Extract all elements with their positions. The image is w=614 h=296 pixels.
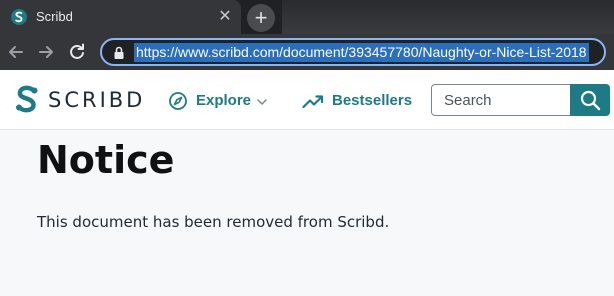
browser-tab-scribd[interactable]: Scribd ✕ [0,0,241,34]
new-tab-button[interactable]: + [247,4,275,32]
search-input[interactable] [431,84,571,116]
removed-notice-message: This document has been removed from Scri… [37,213,390,231]
trending-up-icon [302,92,324,110]
scribd-logo-icon[interactable] [14,84,40,114]
lock-icon [112,46,126,60]
site-header: SCRIBD Explore Bestsellers [0,70,614,130]
bestsellers-label: Bestsellers [332,92,413,109]
browser-toolbar: https://www.scribd.com/document/39345778… [0,34,614,70]
back-arrow-icon[interactable] [4,40,28,64]
tab-title: Scribd [36,9,73,24]
reload-icon[interactable] [65,40,89,64]
browser-tabstrip: Scribd ✕ + [0,0,614,34]
compass-icon [168,91,188,111]
tab-close-icon[interactable]: ✕ [216,8,234,26]
forward-arrow-icon[interactable] [34,40,58,64]
page-title: Notice [37,138,175,182]
chevron-down-icon [256,95,268,107]
scribd-favicon-icon [11,9,27,25]
explore-label: Explore [196,92,252,109]
search-button[interactable] [570,84,610,116]
tabstrip-background [282,0,614,34]
logo-wordmark[interactable]: SCRIBD [48,88,145,112]
url-text[interactable]: https://www.scribd.com/document/39345778… [134,43,589,62]
address-bar[interactable]: https://www.scribd.com/document/39345778… [100,38,606,66]
